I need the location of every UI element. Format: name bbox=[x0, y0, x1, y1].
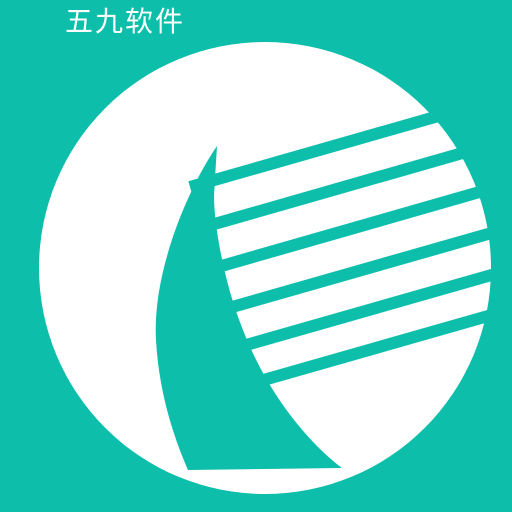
brand-name: 五九软件 bbox=[65, 5, 186, 38]
app-icon bbox=[0, 0, 512, 512]
